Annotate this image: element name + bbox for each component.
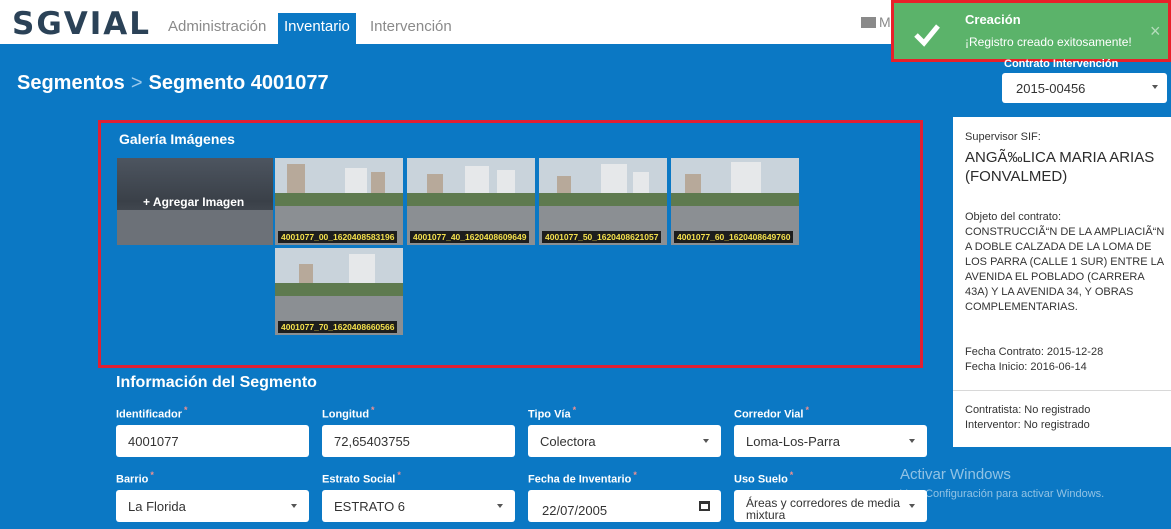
chevron-down-icon <box>1152 85 1158 89</box>
estrato-select[interactable]: ESTRATO 6 <box>322 490 515 522</box>
calendar-icon[interactable] <box>699 501 710 511</box>
image-caption: 4001077_60_1620408649760 <box>674 231 794 243</box>
fecha-inventario-label: Fecha de Inventario * <box>528 470 637 486</box>
add-image-button[interactable]: + Agregar Imagen <box>117 158 273 245</box>
corredor-vial-label: Corredor Vial * <box>734 405 810 421</box>
breadcrumb: Segmentos > Segmento 4001077 <box>17 72 329 95</box>
contract-select-value: 2015-00456 <box>1016 81 1086 96</box>
mail-icon <box>861 17 876 28</box>
windows-watermark-title: Activar Windows <box>900 466 1011 483</box>
user-menu[interactable]: M <box>861 14 891 30</box>
contract-select[interactable]: 2015-00456 <box>1002 73 1167 103</box>
auditor: Interventor: No registrado <box>965 419 1090 431</box>
segment-section-title: Información del Segmento <box>116 374 317 391</box>
contract-object-text: CONSTRUCCIÃ“N DE LA AMPLIACIÃ“N A DOBLE … <box>965 226 1165 313</box>
chevron-down-icon <box>497 504 503 508</box>
gallery-image[interactable]: 4001077_50_1620408621057 <box>539 158 667 245</box>
toast-message: ¡Registro creado exitosamente! <box>965 35 1132 49</box>
chevron-down-icon <box>291 504 297 508</box>
image-caption: 4001077_70_1620408660566 <box>278 321 398 333</box>
start-date: Fecha Inicio: 2016-06-14 <box>965 361 1087 373</box>
longitud-label: Longitud * <box>322 405 375 421</box>
divider <box>953 390 1171 391</box>
image-caption: 4001077_50_1620408621057 <box>542 231 662 243</box>
add-image-label: + Agregar Imagen <box>143 195 245 209</box>
chevron-down-icon <box>909 504 915 508</box>
estrato-label: Estrato Social * <box>322 470 401 486</box>
checkmark-icon <box>914 24 940 47</box>
barrio-select[interactable]: La Florida <box>116 490 309 522</box>
contract-date: Fecha Contrato: 2015-12-28 <box>965 346 1104 358</box>
image-gallery: Galería Imágenes + Agregar Imagen 400107… <box>98 120 923 368</box>
chevron-down-icon <box>703 439 709 443</box>
tipo-via-select[interactable]: Colectora <box>528 425 721 457</box>
chevron-down-icon <box>909 439 915 443</box>
success-toast: Creación ¡Registro creado exitosamente! … <box>891 0 1171 62</box>
uso-suelo-select[interactable]: Áreas y corredores de media mixtura <box>734 490 927 522</box>
identificador-field[interactable]: 4001077 <box>116 425 309 457</box>
gallery-image[interactable]: 4001077_40_1620408609649 <box>407 158 535 245</box>
nav-inventario[interactable]: Inventario <box>278 13 356 44</box>
gallery-title: Galería Imágenes <box>119 131 235 147</box>
image-caption: 4001077_00_1620408583196 <box>278 231 398 243</box>
toast-title: Creación <box>965 12 1021 27</box>
identificador-label: Identificador * <box>116 405 188 421</box>
image-caption: 4001077_40_1620408609649 <box>410 231 530 243</box>
nav-intervencion[interactable]: Intervención <box>364 13 458 44</box>
user-menu-label: M <box>879 14 891 30</box>
breadcrumb-segmentos[interactable]: Segmentos <box>17 72 125 94</box>
nav-administracion[interactable]: Administración <box>162 13 272 44</box>
contract-object-label: Objeto del contrato: <box>965 211 1062 223</box>
uso-suelo-label: Uso Suelo * <box>734 470 794 486</box>
close-icon[interactable]: × <box>1150 21 1161 42</box>
contract-info-panel: Supervisor SIF: ANGÃ‰LICA MARIA ARIAS (F… <box>953 117 1171 447</box>
longitud-field[interactable]: 72,65403755 <box>322 425 515 457</box>
gallery-image[interactable]: 4001077_60_1620408649760 <box>671 158 799 245</box>
contract-label: Contrato Intervención <box>1004 58 1119 70</box>
breadcrumb-separator: > <box>130 72 143 94</box>
supervisor-label: Supervisor SIF: <box>965 131 1041 143</box>
windows-watermark-text: Ve a Configuración para activar Windows. <box>900 488 1105 500</box>
tipo-via-label: Tipo Vía * <box>528 405 577 421</box>
breadcrumb-current: Segmento 4001077 <box>148 72 329 94</box>
app-logo[interactable]: SGVIAL <box>12 6 151 42</box>
gallery-image[interactable]: 4001077_70_1620408660566 <box>275 248 403 335</box>
contractor: Contratista: No registrado <box>965 404 1091 416</box>
gallery-image[interactable]: 4001077_00_1620408583196 <box>275 158 403 245</box>
fecha-inventario-field[interactable]: 22/07/2005 <box>528 490 721 522</box>
barrio-label: Barrio * <box>116 470 154 486</box>
corredor-vial-select[interactable]: Loma-Los-Parra <box>734 425 927 457</box>
supervisor-name: ANGÃ‰LICA MARIA ARIAS (FONVALMED) <box>965 149 1155 185</box>
